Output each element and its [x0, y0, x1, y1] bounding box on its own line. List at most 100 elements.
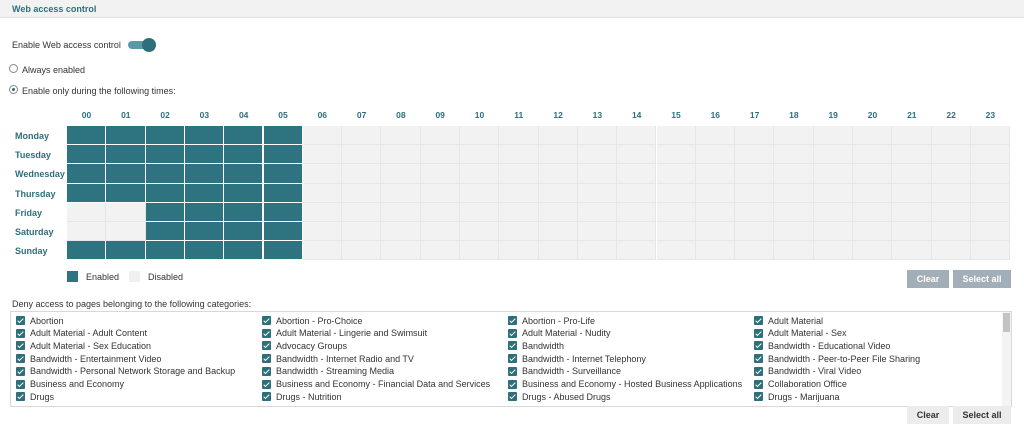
schedule-cell-thursday-16[interactable]	[695, 183, 736, 203]
category-checkbox[interactable]	[262, 366, 271, 376]
schedule-cell-wednesday-08[interactable]	[381, 164, 421, 184]
schedule-cell-friday-13[interactable]	[577, 202, 618, 222]
schedule-cell-monday-11[interactable]	[499, 126, 539, 146]
category-item[interactable]: Bandwidth - Entertainment Video	[16, 352, 161, 365]
day-label-monday[interactable]: Monday	[15, 131, 67, 141]
day-label-saturday[interactable]: Saturday	[15, 227, 67, 237]
schedule-cell-sunday-23[interactable]	[970, 241, 1011, 261]
category-item[interactable]: Business and Economy	[16, 378, 124, 391]
schedule-cell-thursday-14[interactable]	[617, 183, 657, 203]
day-label-friday[interactable]: Friday	[15, 208, 67, 218]
schedule-cell-wednesday-09[interactable]	[420, 164, 460, 184]
schedule-cell-monday-22[interactable]	[931, 126, 971, 146]
hour-header-04[interactable]: 04	[224, 110, 263, 120]
category-checkbox[interactable]	[754, 366, 763, 376]
category-item[interactable]: Adult Material	[754, 314, 823, 327]
category-scrollbar[interactable]	[1002, 312, 1011, 406]
hour-header-08[interactable]: 08	[381, 110, 420, 120]
schedule-cell-wednesday-03[interactable]	[184, 164, 225, 184]
schedule-cell-saturday-05[interactable]	[263, 222, 303, 242]
hour-header-06[interactable]: 06	[303, 110, 342, 120]
schedule-cell-sunday-21[interactable]	[892, 241, 932, 261]
schedule-cell-saturday-00[interactable]	[67, 222, 107, 242]
schedule-cell-thursday-05[interactable]	[263, 183, 303, 203]
schedule-cell-wednesday-17[interactable]	[735, 164, 775, 184]
schedule-cell-sunday-13[interactable]	[577, 241, 618, 261]
scheduled-times-radio[interactable]	[9, 85, 18, 94]
hour-header-22[interactable]: 22	[932, 110, 971, 120]
category-checkbox[interactable]	[16, 328, 25, 338]
hour-header-05[interactable]: 05	[264, 110, 303, 120]
day-label-sunday[interactable]: Sunday	[15, 246, 67, 256]
category-item[interactable]: Bandwidth	[508, 339, 564, 352]
schedule-cell-friday-00[interactable]	[67, 202, 107, 222]
schedule-cell-tuesday-12[interactable]	[538, 145, 578, 165]
category-item[interactable]: Abortion	[16, 314, 64, 327]
hour-header-15[interactable]: 15	[657, 110, 696, 120]
schedule-cell-thursday-22[interactable]	[931, 183, 971, 203]
schedule-cell-saturday-06[interactable]	[302, 222, 343, 242]
schedule-cell-wednesday-15[interactable]	[656, 164, 696, 184]
schedule-cell-saturday-20[interactable]	[853, 222, 893, 242]
schedule-cell-thursday-08[interactable]	[381, 183, 421, 203]
category-checkbox[interactable]	[16, 354, 25, 364]
schedule-cell-tuesday-05[interactable]	[263, 145, 303, 165]
schedule-select-all-button[interactable]: Select all	[953, 270, 1011, 288]
schedule-cell-sunday-15[interactable]	[656, 241, 696, 261]
schedule-cell-tuesday-17[interactable]	[735, 145, 775, 165]
schedule-cell-sunday-17[interactable]	[735, 241, 775, 261]
schedule-cell-thursday-02[interactable]	[145, 183, 185, 203]
schedule-cell-monday-04[interactable]	[224, 126, 264, 146]
schedule-cell-friday-04[interactable]	[224, 202, 264, 222]
schedule-cell-monday-00[interactable]	[67, 126, 107, 146]
category-item[interactable]: Bandwidth - Personal Network Storage and…	[16, 365, 235, 378]
schedule-cell-thursday-06[interactable]	[302, 183, 343, 203]
schedule-cell-friday-03[interactable]	[184, 202, 225, 222]
schedule-cell-saturday-01[interactable]	[106, 222, 146, 242]
hour-header-00[interactable]: 00	[67, 110, 106, 120]
schedule-cell-thursday-04[interactable]	[224, 183, 264, 203]
category-checkbox[interactable]	[508, 379, 517, 389]
schedule-cell-saturday-21[interactable]	[892, 222, 932, 242]
schedule-cell-tuesday-09[interactable]	[420, 145, 460, 165]
schedule-cell-tuesday-19[interactable]	[813, 145, 853, 165]
category-item[interactable]: Collaboration Office	[754, 378, 847, 391]
schedule-cell-wednesday-22[interactable]	[931, 164, 971, 184]
category-checkbox[interactable]	[262, 341, 271, 351]
schedule-cell-sunday-05[interactable]	[263, 241, 303, 261]
schedule-cell-saturday-12[interactable]	[538, 222, 578, 242]
schedule-cell-tuesday-20[interactable]	[853, 145, 893, 165]
category-item[interactable]: Bandwidth - Internet Telephony	[508, 352, 646, 365]
schedule-cell-friday-11[interactable]	[499, 202, 539, 222]
schedule-cell-saturday-07[interactable]	[342, 222, 382, 242]
schedule-cell-friday-18[interactable]	[774, 202, 814, 222]
category-item[interactable]: Adult Material - Lingerie and Swimsuit	[262, 327, 427, 340]
schedule-cell-wednesday-18[interactable]	[774, 164, 814, 184]
schedule-cell-monday-10[interactable]	[460, 126, 500, 146]
schedule-cell-wednesday-07[interactable]	[342, 164, 382, 184]
schedule-cell-saturday-13[interactable]	[577, 222, 618, 242]
schedule-cell-friday-10[interactable]	[460, 202, 500, 222]
schedule-cell-wednesday-11[interactable]	[499, 164, 539, 184]
schedule-cell-wednesday-02[interactable]	[145, 164, 185, 184]
schedule-cell-thursday-20[interactable]	[853, 183, 893, 203]
schedule-cell-thursday-21[interactable]	[892, 183, 932, 203]
schedule-cell-wednesday-21[interactable]	[892, 164, 932, 184]
schedule-cell-saturday-16[interactable]	[695, 222, 736, 242]
hour-header-16[interactable]: 16	[696, 110, 735, 120]
category-item[interactable]: Abortion - Pro-Life	[508, 314, 595, 327]
schedule-cell-wednesday-13[interactable]	[577, 164, 618, 184]
schedule-cell-sunday-02[interactable]	[145, 241, 185, 261]
schedule-cell-friday-05[interactable]	[263, 202, 303, 222]
schedule-cell-sunday-12[interactable]	[538, 241, 578, 261]
schedule-cell-saturday-02[interactable]	[145, 222, 185, 242]
schedule-cell-monday-05[interactable]	[263, 126, 303, 146]
categories-select-all-button[interactable]: Select all	[953, 406, 1011, 424]
schedule-cell-tuesday-04[interactable]	[224, 145, 264, 165]
schedule-clear-button[interactable]: Clear	[907, 270, 949, 288]
schedule-cell-sunday-03[interactable]	[184, 241, 225, 261]
schedule-cell-monday-13[interactable]	[577, 126, 618, 146]
schedule-cell-sunday-06[interactable]	[302, 241, 343, 261]
schedule-cell-saturday-14[interactable]	[617, 222, 657, 242]
category-checkbox[interactable]	[262, 316, 271, 325]
